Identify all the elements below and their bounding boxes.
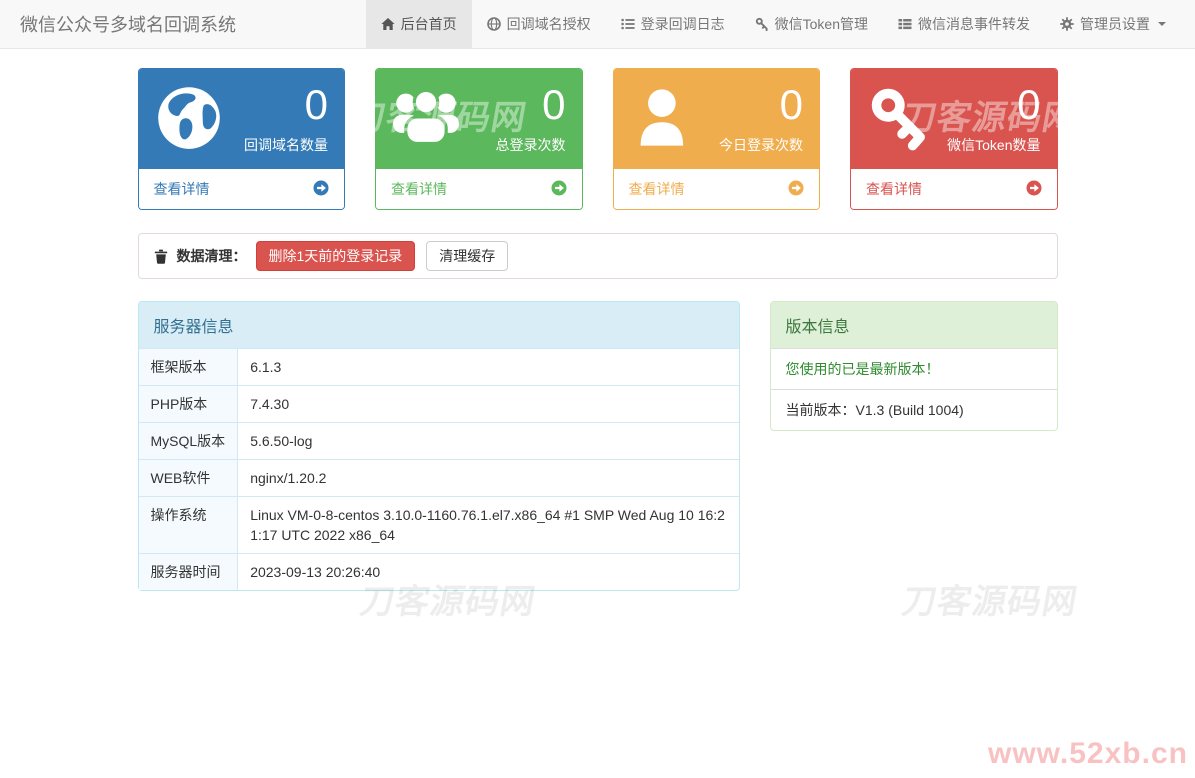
row-label: MySQL版本 — [138, 422, 239, 460]
view-details-link[interactable]: 查看详情 — [613, 169, 819, 209]
cleanup-label: 数据清理： — [176, 248, 247, 264]
stat-label: 总登录次数 — [495, 136, 566, 153]
table-row: 操作系统 Linux VM-0-8-centos 3.10.0-1160.76.… — [138, 496, 739, 554]
nav-label: 管理员设置 — [1080, 16, 1150, 32]
nav-item-msg-forward[interactable]: 微信消息事件转发 — [883, 0, 1045, 48]
key-icon — [755, 17, 769, 32]
watermark-url: www.52xb.cn — [988, 737, 1188, 770]
stat-label: 今日登录次数 — [719, 136, 803, 153]
nav-label: 后台首页 — [400, 16, 457, 32]
row-label: PHP版本 — [138, 385, 239, 423]
table-row: PHP版本 7.4.30 — [138, 385, 739, 423]
nav-item-token-manage[interactable]: 微信Token管理 — [740, 0, 883, 48]
nav-label: 微信Token管理 — [774, 16, 868, 32]
row-value: 5.6.50-log — [237, 422, 739, 460]
nav-label: 回调域名授权 — [506, 16, 591, 32]
view-details-label: 查看详情 — [153, 181, 210, 197]
stat-card-today-logins: 0 今日登录次数 查看详情 — [612, 68, 820, 210]
users-icon — [392, 84, 460, 155]
version-status-text: 您使用的已是最新版本！ — [770, 348, 1057, 389]
row-label: 服务器时间 — [138, 553, 239, 590]
stat-card-head: 0 回调域名数量 — [138, 69, 344, 169]
app-title[interactable]: 微信公众号多域名回调系统 — [0, 0, 251, 48]
stat-card-head: 0 总登录次数 — [376, 69, 582, 169]
stat-value: 0 — [779, 81, 803, 129]
server-info-table: 框架版本 6.1.3 PHP版本 7.4.30 MySQL版本 5.6.50-l… — [138, 348, 739, 590]
nav-item-admin-settings[interactable]: 管理员设置 — [1045, 0, 1181, 48]
globe-icon — [155, 84, 223, 155]
stat-value: 0 — [304, 81, 328, 129]
row-value: Linux VM-0-8-centos 3.10.0-1160.76.1.el7… — [237, 496, 739, 554]
stat-label: 微信Token数量 — [947, 136, 1041, 153]
arrow-circle-right-icon — [788, 180, 804, 199]
stat-value: 0 — [542, 81, 566, 129]
delete-old-logins-button[interactable]: 删除1天前的登录记录 — [255, 241, 416, 271]
table-row: 框架版本 6.1.3 — [138, 348, 739, 386]
home-icon — [381, 17, 395, 31]
main-nav: 后台首页 回调域名授权 登录回调日志 微信Token管理 微信消息事件转发 管理… — [365, 0, 1181, 48]
list-icon — [620, 17, 635, 31]
arrow-circle-right-icon — [1026, 180, 1042, 199]
view-details-label: 查看详情 — [628, 181, 685, 197]
row-value: 7.4.30 — [237, 385, 739, 423]
nav-item-dashboard[interactable]: 后台首页 — [365, 0, 472, 48]
row-value: 2023-09-13 20:26:40 — [237, 553, 739, 590]
arrow-circle-right-icon — [551, 180, 567, 199]
stat-card-head: 0 微信Token数量 — [851, 69, 1057, 169]
server-info-title: 服务器信息 — [138, 302, 739, 348]
view-details-label: 查看详情 — [866, 181, 922, 197]
row-label: 框架版本 — [138, 348, 239, 386]
stat-value: 0 — [1017, 81, 1041, 129]
clear-cache-button[interactable]: 清理缓存 — [426, 241, 509, 271]
stat-card-total-logins: 0 总登录次数 查看详情 — [375, 68, 583, 210]
th-list-icon — [898, 17, 912, 31]
stat-cards-row: 0 回调域名数量 查看详情 0 总登录次数 查看详情 0 今日登录次数 查看详情… — [137, 68, 1058, 210]
view-details-link[interactable]: 查看详情 — [138, 169, 344, 209]
stat-card-domains: 0 回调域名数量 查看详情 — [137, 68, 345, 210]
version-info-panel: 版本信息 您使用的已是最新版本！ 当前版本：V1.3 (Build 1004) — [769, 301, 1058, 431]
nav-item-domain-auth[interactable]: 回调域名授权 — [472, 0, 606, 48]
table-row: MySQL版本 5.6.50-log — [138, 422, 739, 460]
row-label: 操作系统 — [138, 496, 239, 554]
server-info-panel: 服务器信息 框架版本 6.1.3 PHP版本 7.4.30 MySQL版本 5.… — [137, 301, 740, 591]
trash-icon — [154, 249, 168, 264]
row-value: 6.1.3 — [237, 348, 739, 386]
view-details-link[interactable]: 查看详情 — [376, 169, 582, 209]
globe-icon — [486, 17, 501, 31]
caret-down-icon — [1158, 22, 1166, 26]
stat-card-tokens: 0 微信Token数量 查看详情 — [850, 68, 1058, 210]
key-icon — [867, 84, 935, 155]
view-details-label: 查看详情 — [391, 181, 447, 197]
version-info-title: 版本信息 — [770, 302, 1057, 348]
table-row: 服务器时间 2023-09-13 20:26:40 — [138, 553, 739, 590]
stat-label: 回调域名数量 — [244, 136, 328, 153]
data-cleanup-panel: 数据清理： 删除1天前的登录记录 清理缓存 — [137, 233, 1058, 279]
row-value: nginx/1.20.2 — [237, 459, 739, 497]
top-navbar: 微信公众号多域名回调系统 后台首页 回调域名授权 登录回调日志 微信Token管… — [0, 0, 1195, 49]
current-version-text: 当前版本：V1.3 (Build 1004) — [770, 389, 1057, 430]
nav-label: 微信消息事件转发 — [918, 16, 1030, 32]
nav-item-login-log[interactable]: 登录回调日志 — [606, 0, 740, 48]
nav-label: 登录回调日志 — [640, 16, 725, 32]
user-icon — [630, 84, 698, 155]
row-label: WEB软件 — [138, 459, 239, 497]
arrow-circle-right-icon — [313, 180, 329, 199]
table-row: WEB软件 nginx/1.20.2 — [138, 459, 739, 497]
view-details-link[interactable]: 查看详情 — [851, 169, 1057, 209]
stat-card-head: 0 今日登录次数 — [613, 69, 819, 169]
gear-icon — [1060, 17, 1074, 31]
